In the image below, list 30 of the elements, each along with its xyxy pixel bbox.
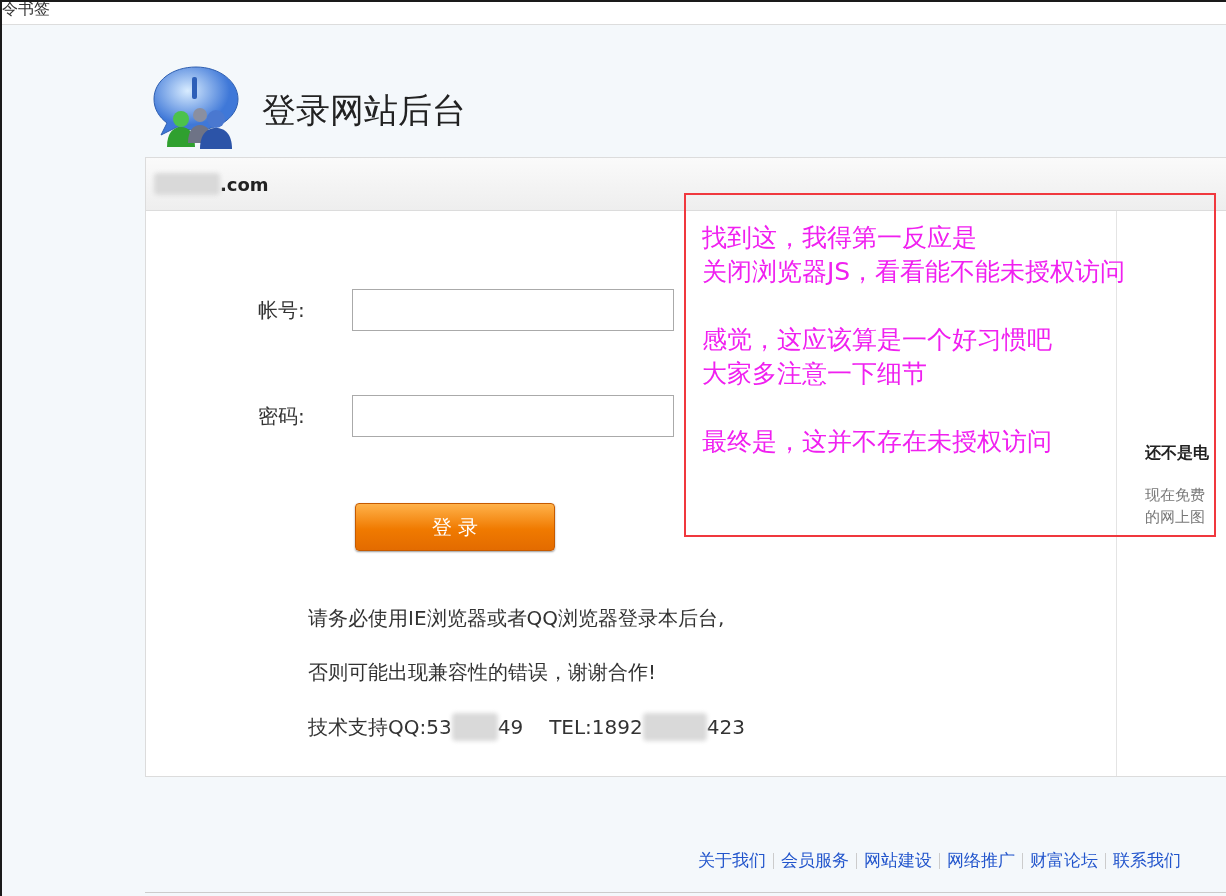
annotation-text: 感觉，这应该算是一个好习惯吧 bbox=[702, 324, 1052, 356]
footer-link[interactable]: 网站建设 bbox=[864, 849, 932, 872]
contact-text: 423 bbox=[706, 715, 745, 739]
notice-text: 请务必使用IE浏览器或者QQ浏览器登录本后台, bbox=[308, 605, 726, 631]
footer-link[interactable]: 联系我们 bbox=[1113, 849, 1181, 872]
contact-text: TEL:1892 bbox=[549, 715, 643, 739]
contact-text: 49 bbox=[497, 715, 524, 739]
footer-link[interactable]: 网络推广 bbox=[947, 849, 1015, 872]
annotation-text: 关闭浏览器JS，看看能不能未授权访问 bbox=[702, 256, 1126, 288]
footer-link[interactable]: 财富论坛 bbox=[1030, 849, 1098, 872]
input-field[interactable] bbox=[352, 395, 674, 437]
footer-link[interactable]: 会员服务 bbox=[781, 849, 849, 872]
sidebar-text: 的网上图 bbox=[1145, 507, 1206, 528]
field-label: 密码: bbox=[258, 402, 306, 430]
sidebar-heading: 还不是电 bbox=[1145, 443, 1210, 464]
annotation-text: 大家多注意一下细节 bbox=[702, 358, 927, 390]
notice-text: 否则可能出现兼容性的错误，谢谢合作! bbox=[308, 659, 658, 685]
blurred-text bbox=[451, 713, 498, 741]
contact-text: 技术支持QQ:53 bbox=[308, 713, 452, 741]
blurred-text bbox=[154, 173, 220, 195]
sidebar-text: 现在免费 bbox=[1145, 485, 1206, 506]
annotation-text: 找到这，我得第一反应是 bbox=[702, 222, 977, 254]
input-field[interactable] bbox=[352, 289, 674, 331]
page-title: 登录网站后台 bbox=[262, 89, 466, 132]
chat-users-icon bbox=[150, 63, 242, 151]
footer-link[interactable]: 关于我们 bbox=[698, 849, 766, 872]
domain-text: .com bbox=[220, 173, 269, 195]
field-label: 帐号: bbox=[258, 296, 306, 324]
annotation-text: 最终是，这并不存在未授权访问 bbox=[702, 426, 1052, 458]
blurred-text bbox=[642, 713, 707, 741]
